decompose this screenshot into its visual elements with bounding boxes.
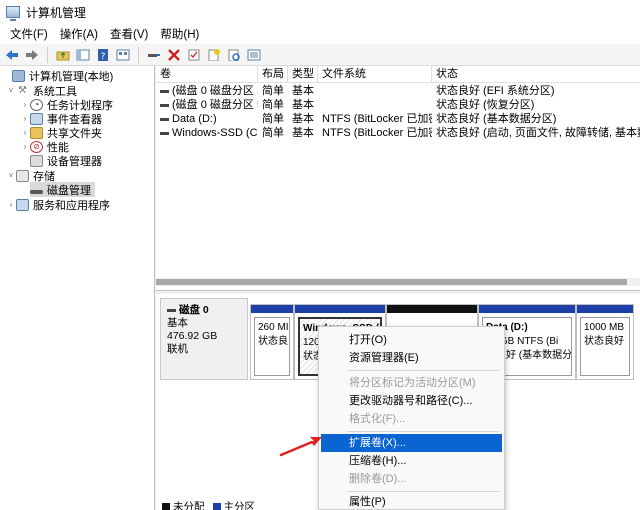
annotation-arrow-icon [279, 437, 322, 457]
